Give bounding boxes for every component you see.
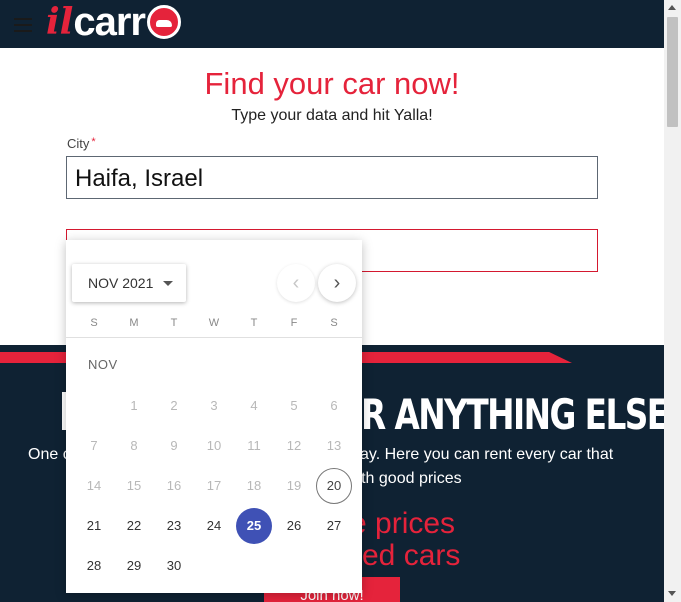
calendar-day[interactable]: 29: [116, 548, 152, 584]
calendar-day: 4: [250, 398, 258, 413]
scroll-down-arrow-icon[interactable]: [668, 591, 676, 596]
chevron-left-icon: ‹: [292, 271, 300, 294]
weekday-header: SMTWTFS: [66, 314, 362, 338]
scroll-up-arrow-icon[interactable]: [668, 5, 676, 10]
promo-line-1: e prices: [350, 507, 456, 540]
calendar-day: 8: [130, 438, 138, 453]
promo-line-2: ed cars: [362, 539, 461, 572]
calendar-day: 5: [290, 398, 298, 413]
datepicker-popup: NOV 2021 ‹ › SMTWTFS NOV 1 2 3 4 5 6 7 8 9 10 11 12…: [66, 240, 362, 593]
city-label: City *: [67, 136, 96, 151]
next-month-button[interactable]: ›: [318, 264, 356, 302]
weekday-label: F: [290, 317, 298, 329]
app-header: il carr: [0, 0, 664, 48]
banner-heading: R ANYTHING ELSE: [361, 390, 664, 439]
calendar-day: 10: [206, 438, 222, 453]
calendar-day[interactable]: 22: [116, 508, 152, 544]
calendar-day[interactable]: 23: [156, 508, 192, 544]
calendar-day: 11: [247, 438, 261, 453]
weekday-label: T: [170, 317, 178, 329]
city-label-text: City: [67, 136, 90, 151]
calendar-day-today[interactable]: 20: [316, 468, 352, 504]
banner-text-line2: with good prices: [346, 470, 462, 487]
banner-text-right: liday. Here you can rent every car that: [344, 446, 614, 463]
calendar-day: 14: [86, 478, 102, 493]
scroll-thumb[interactable]: [667, 17, 678, 127]
calendar-month-label: NOV: [88, 357, 118, 372]
calendar-day: 1: [130, 398, 138, 413]
calendar-day: 13: [326, 438, 342, 453]
weekday-label: W: [208, 317, 220, 329]
prev-month-button[interactable]: ‹: [277, 264, 315, 302]
hamburger-icon[interactable]: [14, 18, 32, 32]
calendar-day: 2: [170, 398, 178, 413]
calendar-day: 12: [286, 438, 302, 453]
weekday-label: M: [129, 317, 139, 329]
calendar-day: 18: [246, 478, 262, 493]
month-year-select[interactable]: NOV 2021: [72, 264, 186, 302]
logo-il-text: il: [46, 1, 74, 43]
calendar-day: 17: [206, 478, 222, 493]
page-subtitle: Type your data and hit Yalla!: [231, 107, 433, 124]
calendar-day: 19: [286, 478, 302, 493]
calendar-day[interactable]: 21: [76, 508, 112, 544]
calendar-day-selected[interactable]: 25: [236, 508, 272, 544]
city-input[interactable]: Haifa, Israel: [66, 156, 598, 199]
calendar-day: 15: [126, 478, 142, 493]
weekday-label: S: [330, 317, 338, 329]
vertical-scrollbar[interactable]: [664, 0, 681, 602]
calendar-day[interactable]: 27: [316, 508, 352, 544]
caret-down-icon: [163, 280, 174, 286]
chevron-right-icon: ›: [333, 271, 341, 294]
calendar-day: 6: [330, 398, 338, 413]
page-title: Find your car now!: [204, 66, 460, 101]
calendar-day: 3: [210, 398, 218, 413]
calendar-day: 16: [166, 478, 182, 493]
calendar-day[interactable]: 28: [76, 548, 112, 584]
page-viewport: il carr Find your car now! Type your dat…: [0, 0, 664, 602]
car-o-icon: [146, 5, 181, 39]
calendar-day: 9: [170, 438, 178, 453]
logo-carr-text: carr: [73, 0, 146, 44]
month-year-label: NOV 2021: [88, 275, 154, 291]
ilcarro-logo[interactable]: il carr: [46, 0, 181, 44]
calendar-day[interactable]: 26: [276, 508, 312, 544]
required-mark: *: [91, 136, 96, 148]
calendar-day[interactable]: 24: [196, 508, 232, 544]
banner-text-left: One c: [28, 446, 71, 463]
calendar-day[interactable]: 30: [156, 548, 192, 584]
calendar-day: 7: [90, 438, 98, 453]
weekday-label: T: [250, 317, 258, 329]
weekday-label: S: [90, 317, 98, 329]
